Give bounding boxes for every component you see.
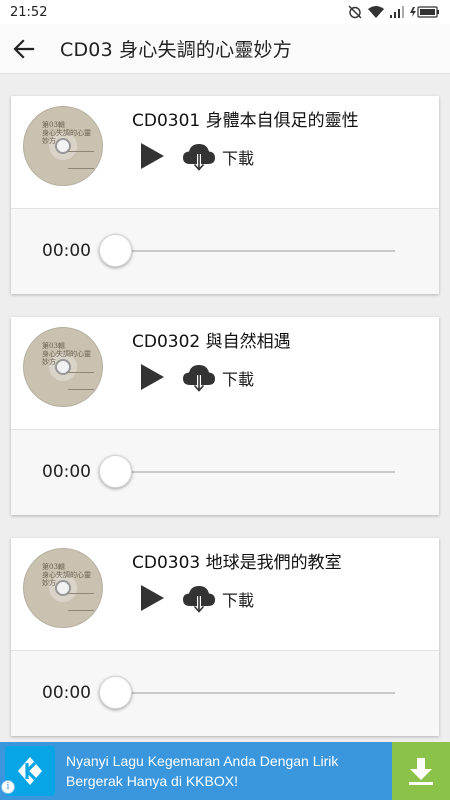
track-card-header: 第03輯 身心失調的心靈妙方 CD0303 地球是我們的教室 下載: [11, 538, 439, 651]
arrow-left-icon: [13, 38, 35, 59]
play-icon: [141, 143, 164, 169]
status-icons: [348, 5, 440, 19]
cd-cover-text: 第03輯 身心失調的心靈妙方: [42, 121, 92, 145]
elapsed-time: 00:00: [42, 462, 91, 482]
track-card: 第03輯 身心失調的心靈妙方 CD0303 地球是我們的教室 下載 00:00: [11, 538, 439, 736]
cloud-download-icon: [183, 586, 215, 613]
back-button[interactable]: [4, 29, 44, 69]
cd-cover-line2: 身心失調的心靈妙方: [42, 571, 91, 587]
page-title: CD03 身心失調的心靈妙方: [60, 39, 292, 61]
cd-cover-text: 第03輯 身心失調的心靈妙方: [42, 563, 92, 587]
download-label: 下載: [222, 149, 255, 168]
track-list: 第03輯 身心失調的心靈妙方 CD0301 身體本自俱足的靈性 下載 00:00 …: [0, 74, 450, 742]
cd-cover-line2: 身心失調的心靈妙方: [42, 350, 91, 366]
play-button[interactable]: [137, 361, 167, 393]
cd-cover-line1: 第03輯: [42, 563, 65, 571]
ad-banner[interactable]: Nyanyi Lagu Kegemaran Anda Dengan Lirik …: [0, 742, 450, 800]
elapsed-time: 00:00: [42, 241, 91, 261]
download-button[interactable]: 下載: [182, 582, 254, 616]
status-time: 21:52: [10, 4, 48, 20]
seek-bar[interactable]: [117, 471, 395, 473]
ad-download-button[interactable]: [392, 742, 450, 800]
cd-cover-line1: 第03輯: [42, 342, 65, 350]
track-title: CD0301 身體本自俱足的靈性: [132, 111, 359, 131]
track-card-header: 第03輯 身心失調的心靈妙方 CD0302 與自然相遇 下載: [11, 317, 439, 430]
player-controls: 00:00: [11, 430, 439, 515]
ad-text-line1: Nyanyi Lagu Kegemaran Anda Dengan Lirik: [66, 753, 339, 769]
cd-cover-decoration: [68, 151, 94, 169]
seek-thumb[interactable]: [99, 234, 132, 267]
player-controls: 00:00: [11, 209, 439, 294]
cd-cover-decoration: [68, 593, 94, 611]
cd-cover-line1: 第03輯: [42, 121, 65, 129]
play-icon: [141, 585, 164, 611]
info-icon[interactable]: i: [1, 780, 15, 794]
ad-text-line2: Bergerak Hanya di KKBOX!: [66, 773, 238, 789]
download-button[interactable]: 下載: [182, 361, 254, 395]
download-button[interactable]: 下載: [182, 140, 254, 174]
cd-cover-image: 第03輯 身心失調的心靈妙方: [23, 548, 103, 628]
download-label: 下載: [222, 591, 255, 610]
ad-text: Nyanyi Lagu Kegemaran Anda Dengan Lirik …: [66, 751, 392, 791]
alarm-off-icon: [348, 5, 362, 19]
cloud-download-icon: [183, 365, 215, 392]
elapsed-time: 00:00: [42, 683, 91, 703]
status-bar: 21:52: [0, 0, 450, 24]
play-button[interactable]: [137, 140, 167, 172]
cd-cover-image: 第03輯 身心失調的心靈妙方: [23, 327, 103, 407]
track-card-header: 第03輯 身心失調的心靈妙方 CD0301 身體本自俱足的靈性 下載: [11, 96, 439, 209]
track-title: CD0302 與自然相遇: [132, 332, 291, 352]
seek-thumb[interactable]: [99, 676, 132, 709]
download-label: 下載: [222, 370, 255, 389]
download-icon: [409, 758, 433, 785]
cloud-download-icon: [183, 144, 215, 171]
cd-cover-line2: 身心失調的心靈妙方: [42, 129, 91, 145]
track-card: 第03輯 身心失調的心靈妙方 CD0302 與自然相遇 下載 00:00: [11, 317, 439, 515]
player-controls: 00:00: [11, 651, 439, 736]
cd-cover-image: 第03輯 身心失調的心靈妙方: [23, 106, 103, 186]
cd-cover-decoration: [68, 372, 94, 390]
seek-thumb[interactable]: [99, 455, 132, 488]
track-card: 第03輯 身心失調的心靈妙方 CD0301 身體本自俱足的靈性 下載 00:00: [11, 96, 439, 294]
seek-bar[interactable]: [117, 250, 395, 252]
track-title: CD0303 地球是我們的教室: [132, 553, 342, 573]
battery-charging-icon: [410, 6, 439, 18]
cd-cover-text: 第03輯 身心失調的心靈妙方: [42, 342, 92, 366]
signal-icon: [390, 6, 404, 18]
wifi-icon: [368, 6, 384, 18]
seek-bar[interactable]: [117, 692, 395, 694]
play-icon: [141, 364, 164, 390]
play-button[interactable]: [137, 582, 167, 614]
app-bar: CD03 身心失調的心靈妙方: [0, 24, 450, 74]
